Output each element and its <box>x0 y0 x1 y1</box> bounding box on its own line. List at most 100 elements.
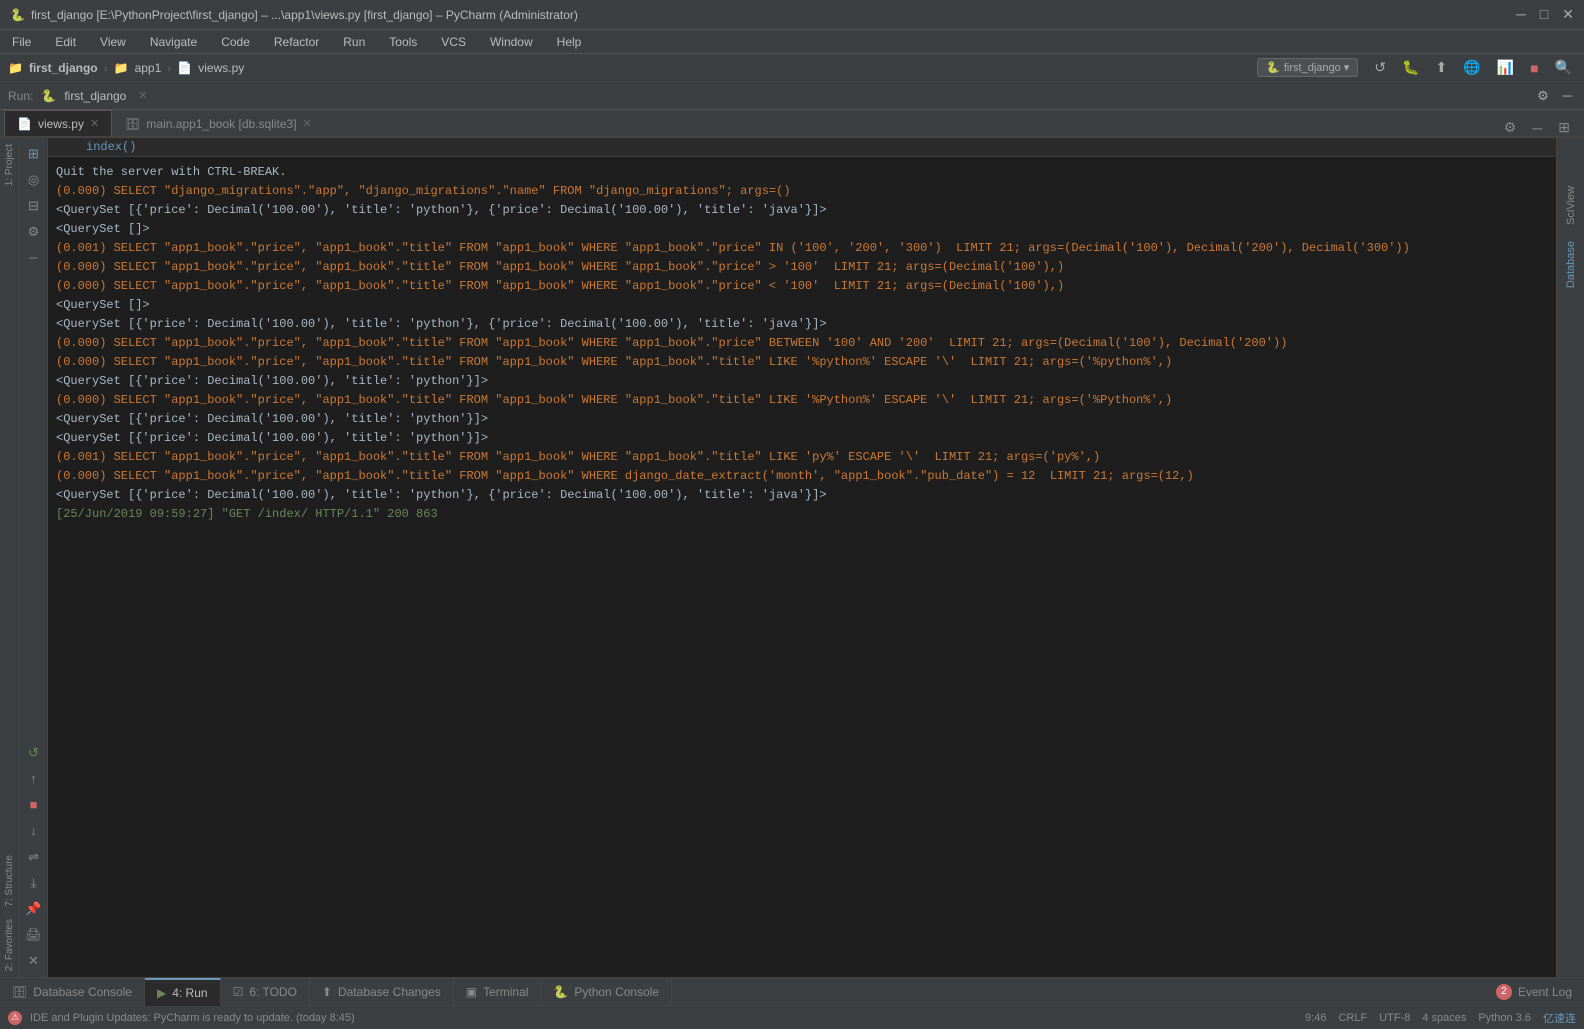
right-panel-sciview-label[interactable]: SciView <box>1561 178 1581 233</box>
rerun-button[interactable]: ↺ <box>1370 57 1390 78</box>
panel-minimize-btn[interactable]: ─ <box>1559 86 1576 105</box>
content-area: index() Quit the server with CTRL-BREAK.… <box>48 138 1556 977</box>
status-encoding[interactable]: UTF-8 <box>1379 1012 1410 1024</box>
run-output-line: <QuerySet [{'price': Decimal('100.00'), … <box>56 486 1548 504</box>
status-time: 9:46 <box>1305 1012 1326 1024</box>
sidebar-locate-btn[interactable]: ◎ <box>22 168 46 192</box>
left-panel-structure-label[interactable]: 7: Structure <box>2 849 17 913</box>
project-icon: 📁 <box>8 61 23 75</box>
search-button[interactable]: 🔍 <box>1551 57 1576 78</box>
run-scroll-end-icon[interactable]: ⤓ <box>22 871 46 895</box>
run-output-line: <QuerySet []> <box>56 296 1548 314</box>
tab-settings-btn[interactable]: ⚙ <box>1498 119 1523 136</box>
bottom-tab-python-console[interactable]: 🐍 Python Console <box>541 978 672 1006</box>
menu-file[interactable]: File <box>8 33 35 51</box>
close-window-button[interactable]: ✕ <box>1562 6 1574 23</box>
debug-button[interactable]: 🐛 <box>1398 57 1423 78</box>
status-update-msg[interactable]: IDE and Plugin Updates: PyCharm is ready… <box>30 1012 355 1024</box>
sidebar-settings-icon[interactable]: ⚙ <box>22 220 46 244</box>
menu-help[interactable]: Help <box>553 33 586 51</box>
run-label: Run: <box>8 89 33 103</box>
run-config-name[interactable]: first_django <box>64 89 126 103</box>
menu-vcs[interactable]: VCS <box>437 33 470 51</box>
status-python-version[interactable]: Python 3.6 <box>1478 1012 1531 1024</box>
app-icon: 🐍 <box>10 8 25 22</box>
db-changes-icon: ⬆ <box>322 985 332 999</box>
run-output-line: <QuerySet [{'price': Decimal('100.00'), … <box>56 372 1548 390</box>
run-config-icon2: 🐍 <box>41 89 56 103</box>
breadcrumb-file[interactable]: views.py <box>198 61 244 75</box>
breadcrumb-project[interactable]: first_django <box>29 61 98 75</box>
todo-label: 6: TODO <box>249 985 297 999</box>
minimize-window-button[interactable]: ─ <box>1516 6 1526 23</box>
run-scroll-up-icon[interactable]: ↑ <box>22 767 46 791</box>
run-output-line: (0.000) SELECT "django_migrations"."app"… <box>56 182 1548 200</box>
run-pin-icon[interactable]: 📌 <box>22 897 46 921</box>
run-print-icon[interactable]: 🖨 <box>22 923 46 947</box>
run-output-line: (0.000) SELECT "app1_book"."price", "app… <box>56 334 1548 352</box>
run-rerun-icon[interactable]: ↺ <box>22 741 46 765</box>
run-config-close[interactable]: ✕ <box>138 89 147 102</box>
bottom-tab-db-console[interactable]: 🗄 Database Console <box>0 978 145 1006</box>
run-scroll-down-icon[interactable]: ↓ <box>22 819 46 843</box>
breadcrumb-sep1: › <box>104 61 108 75</box>
status-line-ending[interactable]: CRLF <box>1338 1012 1367 1024</box>
tab-minimize-btn[interactable]: ─ <box>1526 120 1548 136</box>
tab-sqlite-close[interactable]: ✕ <box>303 117 312 130</box>
run-output-line: (0.001) SELECT "app1_book"."price", "app… <box>56 448 1548 466</box>
menu-edit[interactable]: Edit <box>51 33 80 51</box>
index-label: index() <box>86 140 136 154</box>
bottom-tab-run[interactable]: ▶ 4: Run <box>145 978 221 1006</box>
coverage-button[interactable]: ⬆ <box>1431 57 1451 78</box>
menu-run[interactable]: Run <box>339 33 369 51</box>
right-panel-database-label[interactable]: Database <box>1561 233 1581 296</box>
run-config-bar: Run: 🐍 first_django ✕ ⚙ ─ <box>0 82 1584 110</box>
run-output-line: <QuerySet [{'price': Decimal('100.00'), … <box>56 315 1548 333</box>
db-console-label: Database Console <box>33 985 132 999</box>
run-output-line: (0.000) SELECT "app1_book"."price", "app… <box>56 391 1548 409</box>
event-log-button[interactable]: 2 Event Log <box>1484 978 1584 1006</box>
concurrency-button[interactable]: 📊 <box>1493 57 1518 78</box>
run-output-line: (0.000) SELECT "app1_book"."price", "app… <box>56 258 1548 276</box>
right-sidebar: SciView Database <box>1556 138 1584 977</box>
maximize-window-button[interactable]: □ <box>1540 6 1548 23</box>
breadcrumb-folder[interactable]: app1 <box>135 61 162 75</box>
tab-sqlite[interactable]: 🗄 main.app1_book [db.sqlite3] ✕ <box>112 110 325 136</box>
left-panel-project-label[interactable]: 1: Project <box>2 138 17 192</box>
sidebar-minimize-icon[interactable]: ─ <box>22 246 46 270</box>
tab-views-py[interactable]: 📄 views.py ✕ <box>4 110 112 136</box>
menu-navigate[interactable]: Navigate <box>146 33 201 51</box>
tab-expand-btn[interactable]: ⊞ <box>1552 119 1576 136</box>
run-toggle-wrap-icon[interactable]: ⇌ <box>22 845 46 869</box>
watermark-icon: 亿速连 <box>1543 1010 1576 1026</box>
title-text: first_django [E:\PythonProject\first_dja… <box>31 8 578 22</box>
tab-views-close[interactable]: ✕ <box>90 117 99 130</box>
menu-code[interactable]: Code <box>217 33 254 51</box>
left-sidebar: ⊞ ◎ ⊟ ⚙ ─ ↺ ↑ ■ ↓ ⇌ ⤓ 📌 🖨 ✕ <box>20 138 48 977</box>
stop-button[interactable]: ■ <box>1526 58 1542 78</box>
tab-sqlite-label: main.app1_book [db.sqlite3] <box>146 117 296 131</box>
run-config-dropdown[interactable]: 🐍 first_django ▾ <box>1253 56 1362 79</box>
run-close-icon[interactable]: ✕ <box>22 949 46 973</box>
sidebar-expand-btn[interactable]: ⊞ <box>22 142 46 166</box>
sidebar-collapse-btn[interactable]: ⊟ <box>22 194 46 218</box>
folder-icon: 📁 <box>114 61 129 75</box>
left-panel-favorites-label[interactable]: 2: Favorites <box>2 913 17 977</box>
menu-tools[interactable]: Tools <box>385 33 421 51</box>
bottom-tab-terminal[interactable]: ▣ Terminal <box>454 978 542 1006</box>
run-output[interactable]: Quit the server with CTRL-BREAK.(0.000) … <box>48 157 1556 977</box>
run-output-line: <QuerySet [{'price': Decimal('100.00'), … <box>56 201 1548 219</box>
profile-button[interactable]: 🌐 <box>1459 57 1484 78</box>
menu-refactor[interactable]: Refactor <box>270 33 323 51</box>
bottom-tab-todo[interactable]: ☑ 6: TODO <box>221 978 310 1006</box>
menu-view[interactable]: View <box>96 33 130 51</box>
menu-window[interactable]: Window <box>486 33 537 51</box>
run-output-line: (0.000) SELECT "app1_book"."price", "app… <box>56 467 1548 485</box>
panel-settings-btn[interactable]: ⚙ <box>1533 86 1553 106</box>
run-output-line: (0.000) SELECT "app1_book"."price", "app… <box>56 353 1548 371</box>
bottom-tab-db-changes[interactable]: ⬆ Database Changes <box>310 978 454 1006</box>
status-bar: ⚠ IDE and Plugin Updates: PyCharm is rea… <box>0 1005 1584 1029</box>
run-stop-icon[interactable]: ■ <box>22 793 46 817</box>
status-indent[interactable]: 4 spaces <box>1422 1012 1466 1024</box>
breadcrumb-sep2: › <box>167 61 171 75</box>
